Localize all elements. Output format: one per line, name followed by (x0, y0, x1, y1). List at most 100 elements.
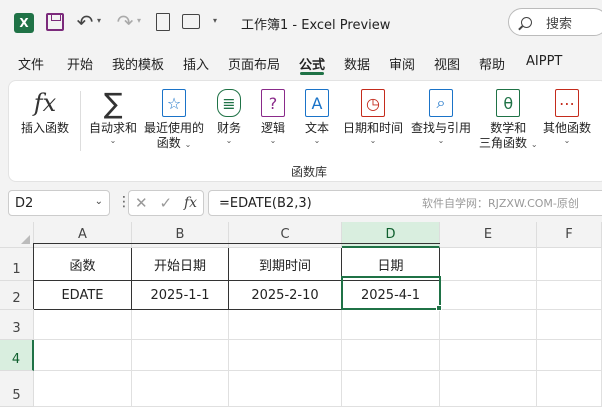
select-all-corner[interactable] (0, 222, 34, 248)
recently-used-button[interactable]: ☆ 最近使用的 函数 ⌄ (144, 87, 204, 151)
column-header-c[interactable]: C (229, 222, 342, 248)
cell-d1[interactable]: 日期 (342, 248, 440, 281)
formula-tools: ✕ ✓ fx (128, 190, 204, 216)
undo-dropdown-icon[interactable]: ▾ (97, 16, 101, 25)
cell-f1[interactable] (537, 248, 602, 281)
open-folder-icon[interactable] (182, 14, 200, 29)
tab-insert[interactable]: 插入 (183, 54, 209, 73)
recently-used-label: 最近使用的 (144, 121, 205, 135)
cell-b1[interactable]: 开始日期 (132, 248, 229, 281)
math-trig-label: 数学和 (490, 121, 527, 135)
tab-page-layout[interactable]: 页面布局 (228, 54, 280, 73)
tab-aippt[interactable]: AIPPT (526, 54, 562, 69)
more-functions-button[interactable]: ⋯ 其他函数 ⌄ (543, 87, 591, 146)
undo-icon[interactable]: ↶ (74, 10, 96, 34)
financial-button[interactable]: ≣ 财务 ⌄ (217, 87, 241, 146)
lookup-reference-button[interactable]: ⌕ 查找与引用 ⌄ (411, 87, 471, 146)
row-header-4[interactable]: 4 (0, 340, 34, 371)
chevron-down-icon: ⌄ (225, 136, 233, 145)
coins-icon: ≣ (217, 87, 241, 119)
chevron-down-icon: ⌄ (563, 136, 571, 145)
math-trig-label-2: 三角函数 ⌄ (479, 136, 538, 150)
chevron-down-icon: ⌄ (313, 136, 321, 145)
row-header-2[interactable]: 2 (0, 281, 34, 310)
column-header-a[interactable]: A (34, 222, 132, 248)
cell-d3[interactable] (342, 310, 440, 340)
tab-review[interactable]: 审阅 (389, 54, 415, 73)
cell-b2[interactable]: 2025-1-1 (132, 281, 229, 310)
insert-function-icon[interactable]: fx (184, 195, 197, 211)
tab-data[interactable]: 数据 (344, 54, 370, 73)
math-trig-button[interactable]: θ 数学和 三角函数 ⌄ (479, 87, 538, 151)
question-book-icon: ? (261, 87, 285, 119)
redo-icon[interactable]: ↷ (114, 10, 136, 34)
cell-e5[interactable] (440, 371, 537, 407)
date-time-button[interactable]: ◷ 日期和时间 ⌄ (343, 87, 403, 146)
cell-c1[interactable]: 到期时间 (229, 248, 342, 281)
active-tab-indicator (300, 72, 324, 75)
cell-a2[interactable]: EDATE (34, 281, 132, 310)
cell-f2[interactable] (537, 281, 602, 310)
search-box[interactable]: 搜索 (508, 8, 602, 36)
tab-help[interactable]: 帮助 (479, 54, 505, 73)
confirm-icon[interactable]: ✓ (159, 194, 172, 212)
cell-e4[interactable] (440, 340, 537, 371)
star-icon: ☆ (162, 87, 186, 119)
insert-function-button[interactable]: fx 插入函数 (21, 87, 69, 136)
cell-b4[interactable] (132, 340, 229, 371)
ribbon-formulas: fx 插入函数 ∑ 自动求和 ⌄ ☆ 最近使用的 函数 ⌄ ≣ 财务 ⌄ ? 逻… (8, 80, 602, 182)
cell-c2[interactable]: 2025-2-10 (229, 281, 342, 310)
column-header-b[interactable]: B (132, 222, 229, 248)
cell-d4[interactable] (342, 340, 440, 371)
tab-view[interactable]: 视图 (434, 54, 460, 73)
financial-label: 财务 (217, 121, 242, 135)
cell-c4[interactable] (229, 340, 342, 371)
spreadsheet-grid: A B C D E F 1 2 3 4 5 函数 开始日期 到期时间 日期 ED… (0, 222, 602, 407)
autosum-label: 自动求和 (89, 121, 138, 135)
cell-e3[interactable] (440, 310, 537, 340)
more-functions-icon: ⋯ (555, 87, 579, 119)
row-header-1[interactable]: 1 (0, 248, 34, 281)
cell-a1[interactable]: 函数 (34, 248, 132, 281)
cell-a3[interactable] (34, 310, 132, 340)
fill-handle[interactable] (436, 305, 442, 311)
table-border-top (34, 243, 440, 244)
text-button[interactable]: A 文本 ⌄ (305, 87, 329, 146)
cell-a4[interactable] (34, 340, 132, 371)
quick-access-more-icon[interactable]: ▾ (213, 16, 217, 25)
table-border-left (33, 243, 34, 309)
cell-c3[interactable] (229, 310, 342, 340)
redo-dropdown-icon[interactable]: ▾ (137, 16, 141, 25)
cell-a5[interactable] (34, 371, 132, 407)
new-file-icon[interactable] (156, 13, 170, 31)
cell-d5[interactable] (342, 371, 440, 407)
column-header-e[interactable]: E (440, 222, 537, 248)
logical-button[interactable]: ? 逻辑 ⌄ (261, 87, 285, 146)
cell-e2[interactable] (440, 281, 537, 310)
cell-f5[interactable] (537, 371, 602, 407)
row-header-5[interactable]: 5 (0, 371, 34, 407)
cell-f3[interactable] (537, 310, 602, 340)
insert-function-label: 插入函数 (21, 121, 70, 135)
tab-my-templates[interactable]: 我的模板 (112, 54, 164, 73)
save-icon[interactable] (46, 13, 64, 31)
tab-home[interactable]: 开始 (67, 54, 93, 73)
more-functions-label: 其他函数 (543, 121, 592, 135)
column-header-d[interactable]: D (342, 222, 440, 248)
sigma-icon: ∑ (103, 86, 123, 120)
cancel-icon[interactable]: ✕ (135, 194, 148, 212)
column-header-f[interactable]: F (537, 222, 602, 248)
tab-formulas[interactable]: 公式 (299, 54, 325, 73)
tab-file[interactable]: 文件 (18, 54, 44, 73)
row-header-3[interactable]: 3 (0, 310, 34, 340)
cell-f4[interactable] (537, 340, 602, 371)
cell-e1[interactable] (440, 248, 537, 281)
cell-d2[interactable]: 2025-4-1 (342, 281, 440, 310)
cell-c5[interactable] (229, 371, 342, 407)
autosum-button[interactable]: ∑ 自动求和 ⌄ (89, 87, 137, 146)
chevron-down-icon: ⌄ (184, 140, 192, 149)
cell-b5[interactable] (132, 371, 229, 407)
name-box[interactable]: D2 ⌄ (8, 190, 110, 216)
cell-b3[interactable] (132, 310, 229, 340)
chevron-down-icon[interactable]: ⌄ (95, 196, 103, 207)
